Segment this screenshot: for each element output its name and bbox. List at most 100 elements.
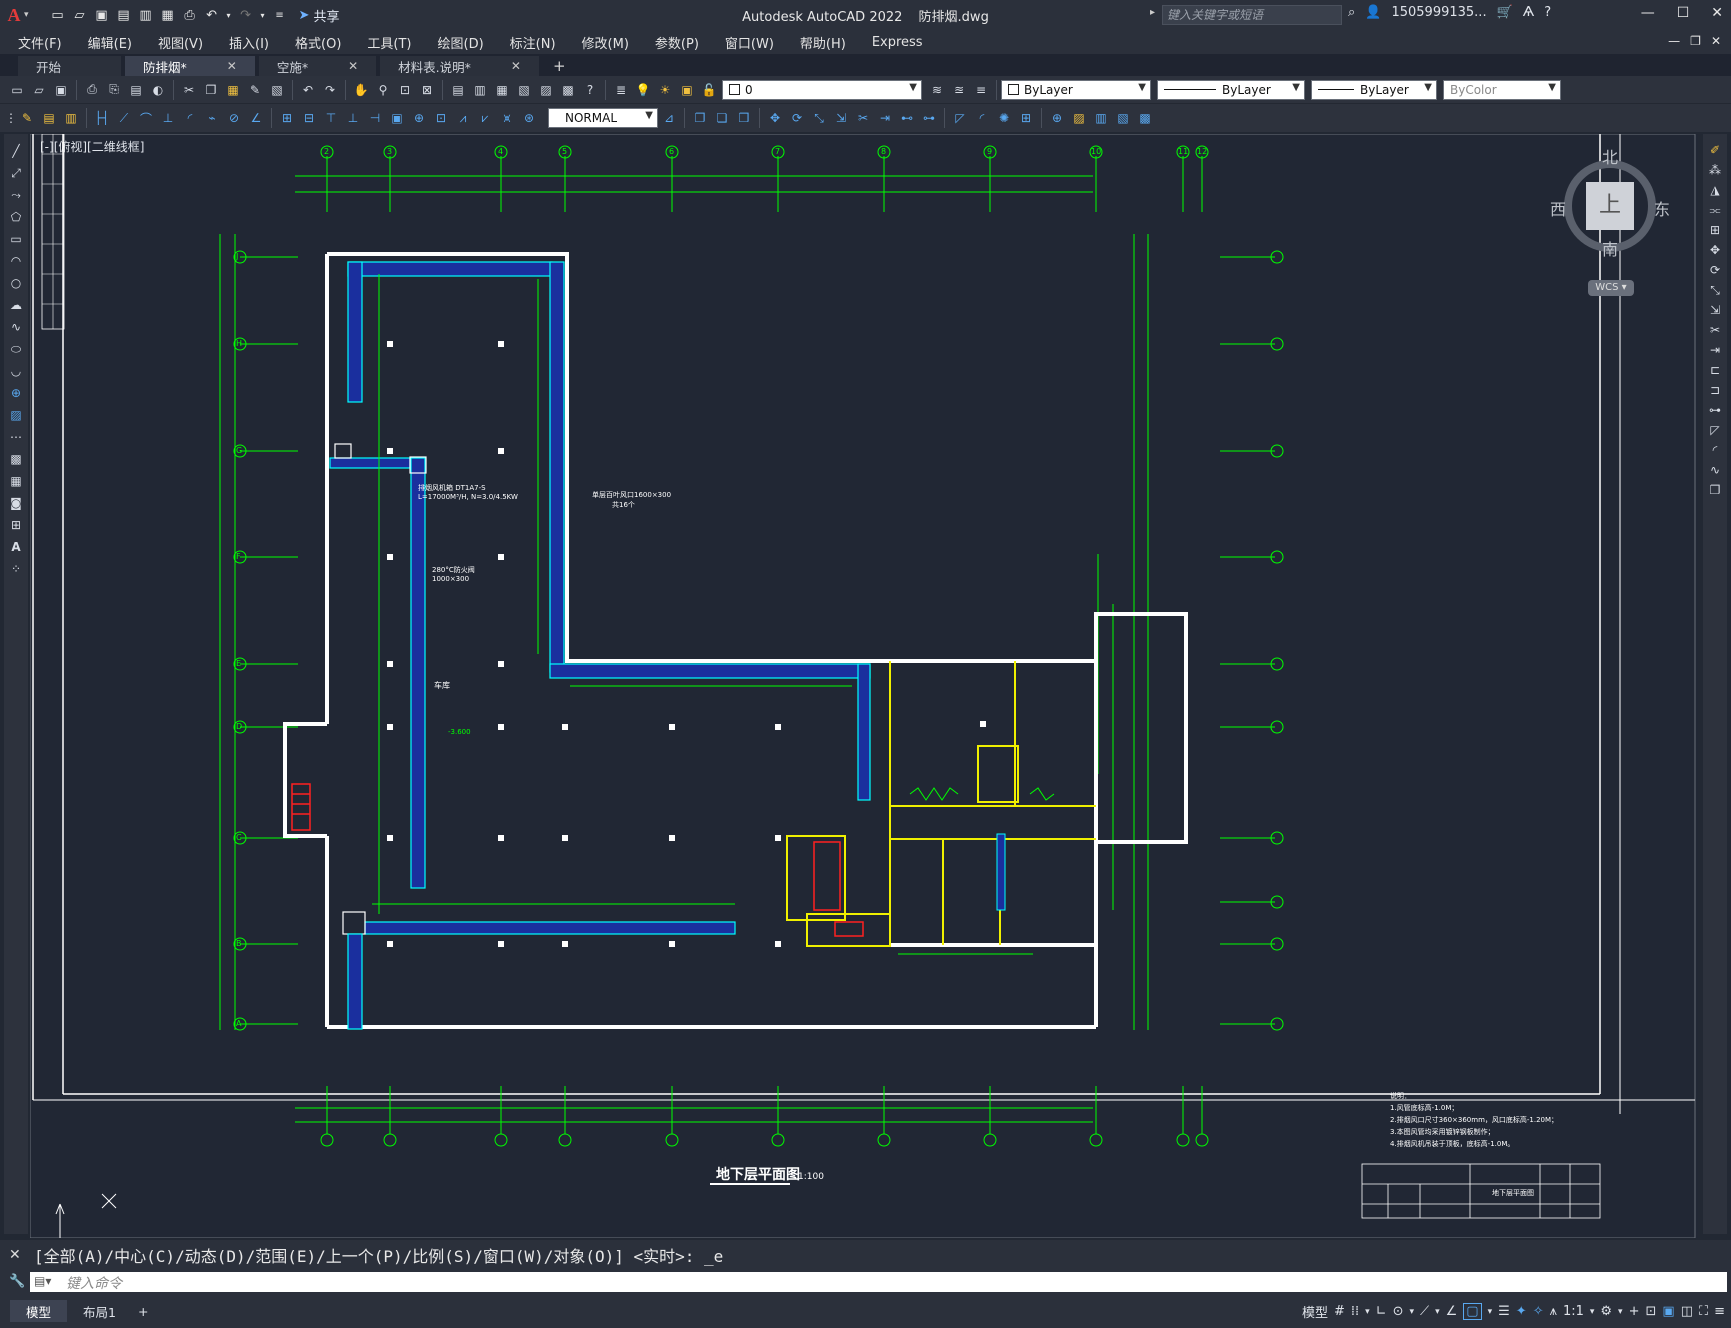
continue-dim-icon[interactable]: ⊤ [322,109,340,127]
isodraft-dropdown-icon[interactable]: ▾ [1435,1307,1440,1317]
tab-fangpaiyan[interactable]: 防排烟* ✕ [125,56,255,76]
object-snap-icon[interactable]: ▢ [1463,1303,1482,1320]
save-icon[interactable]: ▣ [93,6,111,24]
paste-icon[interactable]: ▦ [224,81,242,99]
command-customize-icon[interactable]: 🔧 [9,1274,25,1289]
layer-state-icon[interactable]: ≡ [972,81,990,99]
move-icon[interactable]: ✥ [1706,241,1724,259]
offset-icon[interactable]: ⫗ [1706,201,1724,219]
radius-dim-icon[interactable]: ◜ [181,109,199,127]
save-icon[interactable]: ▣ [52,81,70,99]
help-search-input[interactable]: 键入关键字或短语 [1162,5,1342,25]
customize-status-icon[interactable]: ≡ [1714,1304,1725,1319]
compass-west[interactable]: 西 [1550,196,1566,220]
explode-icon[interactable]: ❐ [1706,481,1724,499]
blend-curves-icon[interactable]: ∿ [1706,461,1724,479]
stretch-icon[interactable]: ⇲ [832,109,850,127]
publish-icon[interactable]: ▤ [127,81,145,99]
lineweight-icon[interactable]: ☰ [1498,1304,1510,1319]
grid-icon[interactable]: # [1334,1304,1345,1319]
zoom-previous-icon[interactable]: ⊠ [418,81,436,99]
menu-parametric[interactable]: 参数(P) [655,33,699,52]
layer-properties-icon[interactable]: ≣ [612,81,630,99]
isodraft-icon[interactable]: ⟋ [1420,1304,1429,1319]
undo-icon[interactable]: ↶ [299,81,317,99]
fillet-icon[interactable]: ◜ [1706,441,1724,459]
user-icon[interactable]: 👤 [1365,5,1381,20]
autodesk-app-icon[interactable]: Ѧ [1523,5,1534,20]
insert-block-icon[interactable]: ⊕ [1048,109,1066,127]
menu-express[interactable]: Express [872,35,923,50]
extend-icon[interactable]: ⇥ [1706,341,1724,359]
undo-dropdown-icon[interactable]: ▾ [225,6,233,24]
menu-format[interactable]: 格式(O) [295,33,341,52]
snap-dropdown-icon[interactable]: ▾ [1365,1307,1370,1317]
construction-line-icon[interactable]: ⤢ [7,164,25,182]
maximize-icon[interactable]: ☐ [1677,5,1690,21]
trim-icon[interactable]: ✂ [1706,321,1724,339]
color-dropdown[interactable]: ByLayer ▼ [1001,79,1151,100]
dim-break-icon[interactable]: ⊣ [366,109,384,127]
new-tab-icon[interactable]: + [553,56,566,76]
quick-properties-icon[interactable]: ▣ [1662,1304,1674,1319]
line-icon[interactable]: ╱ [7,142,25,160]
chamfer-icon[interactable]: ◸ [1706,421,1724,439]
tab-close-icon[interactable]: ✕ [511,59,521,73]
break-icon[interactable]: ⊐ [1706,381,1724,399]
zoom-realtime-icon[interactable]: ⚲ [374,81,392,99]
auto-scale-icon[interactable]: ✧ [1533,1304,1544,1319]
join-icon[interactable]: ⊶ [1706,401,1724,419]
model-tab[interactable]: 模型 [10,1300,68,1322]
region-icon[interactable]: ◙ [7,494,25,512]
customize-qa-icon[interactable]: ≡ [271,6,289,24]
array-icon[interactable]: ⊞ [1706,221,1724,239]
undo-icon[interactable]: ↶ [203,6,221,24]
linear-dim-icon[interactable]: ├┤ [93,109,111,127]
xref-icon[interactable]: ▧ [1114,109,1132,127]
dim-edit-icon[interactable]: ⩗ [476,109,494,127]
layout1-tab[interactable]: 布局1 [67,1300,132,1322]
tab-kongshi[interactable]: 空施* ✕ [258,56,377,76]
arc-length-icon[interactable]: ⌒ [137,109,155,127]
design-center-icon[interactable]: ▥ [471,81,489,99]
tab-close-icon[interactable]: ✕ [227,59,237,73]
compass-east[interactable]: 东 [1654,196,1670,220]
search-icon[interactable]: ⌕ [1348,5,1355,20]
minimize-icon[interactable]: — [1641,5,1655,21]
layer-freeze-icon[interactable]: ☀ [656,81,674,99]
polar-dropdown-icon[interactable]: ▾ [1409,1307,1414,1317]
app-menu-chevron-icon[interactable]: ▾ [24,10,29,20]
menu-tools[interactable]: 工具(T) [367,33,411,52]
command-close-icon[interactable]: ✕ [9,1247,21,1263]
attribute-icon[interactable]: ▥ [1092,109,1110,127]
isolate-objects-icon[interactable]: ◫ [1681,1304,1693,1319]
extend-icon[interactable]: ⇥ [876,109,894,127]
polygon-icon[interactable]: ⬠ [7,208,25,226]
new-file-icon[interactable]: ▭ [49,6,67,24]
join-icon[interactable]: ⊶ [920,109,938,127]
circle-icon[interactable]: ○ [7,274,25,292]
open-web-icon[interactable]: ▥ [137,6,155,24]
copy-icon[interactable]: ⁂ [1706,161,1724,179]
baseline-dim-icon[interactable]: ⊟ [300,109,318,127]
save-as-icon[interactable]: ▤ [115,6,133,24]
plotstyle-dropdown[interactable]: ByColor ▼ [1443,79,1561,100]
doc-close-icon[interactable]: ✕ [1711,34,1721,48]
menu-view[interactable]: 视图(V) [158,33,203,52]
inspect-icon[interactable]: ⊡ [432,109,450,127]
chamfer-icon[interactable]: ◸ [951,109,969,127]
mirror-icon[interactable]: ❏ [713,109,731,127]
osnap-dropdown-icon[interactable]: ▾ [1488,1307,1493,1317]
center-mark-icon[interactable]: ⊕ [410,109,428,127]
zoom-window-icon[interactable]: ⊡ [396,81,414,99]
print-preview-icon[interactable]: ⎘ [105,81,123,99]
close-icon[interactable]: ✕ [1711,5,1723,21]
stretch-icon[interactable]: ⇲ [1706,301,1724,319]
dim-text-edit-icon[interactable]: ⩙ [498,109,516,127]
hatch-icon[interactable]: ▩ [1136,109,1154,127]
ordinate-dim-icon[interactable]: ⊥ [159,109,177,127]
jogged-linear-icon[interactable]: ⩘ [454,109,472,127]
wcs-menu-button[interactable]: WCS ▾ [1588,280,1634,296]
tool-palettes-icon[interactable]: ▦ [493,81,511,99]
table-icon[interactable]: ⊞ [7,516,25,534]
